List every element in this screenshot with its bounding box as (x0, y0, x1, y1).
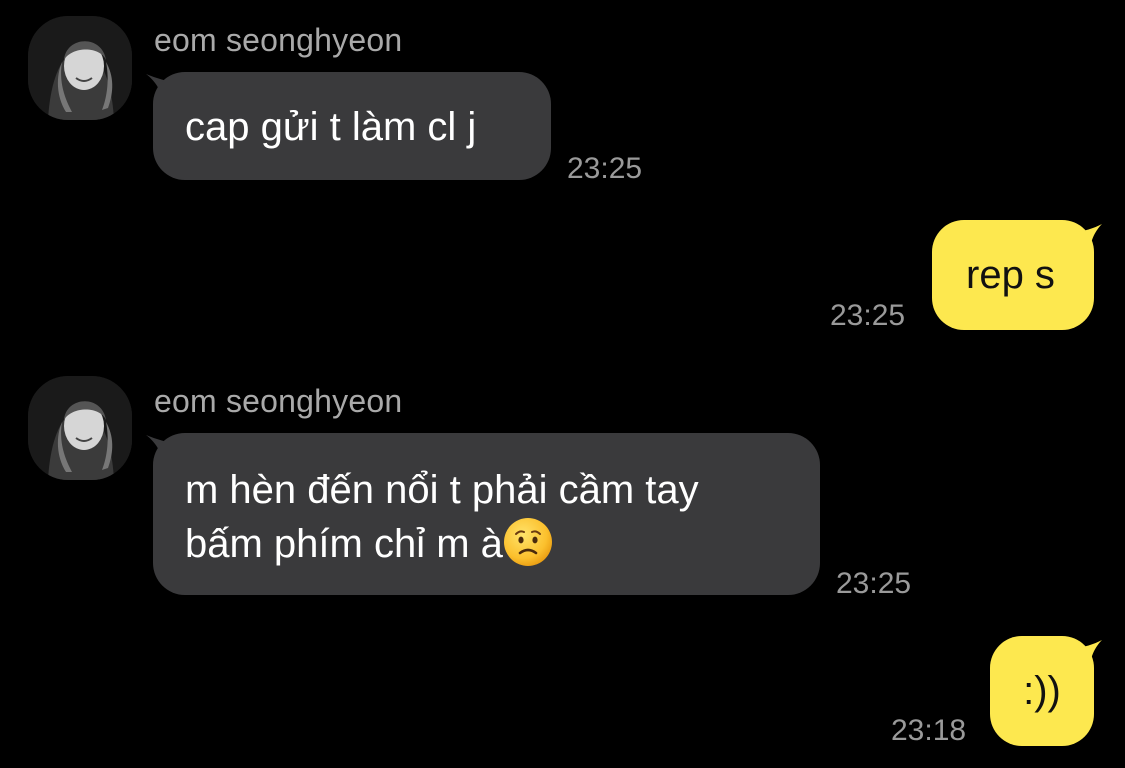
avatar-photo (28, 376, 132, 480)
message-timestamp: 23:25 (830, 299, 906, 332)
message-text-line-with-emoji: bấm phím chỉ m à (185, 517, 788, 571)
bubble-tail (1072, 224, 1102, 252)
message-bubble-incoming[interactable]: cap gửi t làm cl j (153, 72, 551, 180)
message-timestamp: 23:18 (891, 714, 967, 747)
message-bubble-incoming[interactable]: m hèn đến nổi t phải cầm tay bấm phím ch… (153, 433, 820, 595)
message-timestamp: 23:25 (836, 567, 912, 600)
message-text: rep s (966, 253, 1055, 297)
message-timestamp: 23:25 (567, 152, 643, 185)
message-bubble-outgoing[interactable]: rep s (932, 220, 1094, 330)
message-text-line: bấm phím chỉ m à (185, 522, 503, 566)
worried-face-icon (503, 518, 552, 566)
sender-name: eom seonghyeon (154, 22, 403, 58)
avatar[interactable] (28, 16, 132, 120)
avatar[interactable] (28, 376, 132, 480)
message-text-line: m hèn đến nổi t phải cầm tay (185, 468, 699, 512)
message-text: cap gửi t làm cl j (185, 105, 477, 149)
bubble-tail (1072, 640, 1102, 668)
avatar-photo (28, 16, 132, 120)
message-text: :)) (1023, 669, 1061, 713)
sender-name: eom seonghyeon (154, 383, 403, 419)
